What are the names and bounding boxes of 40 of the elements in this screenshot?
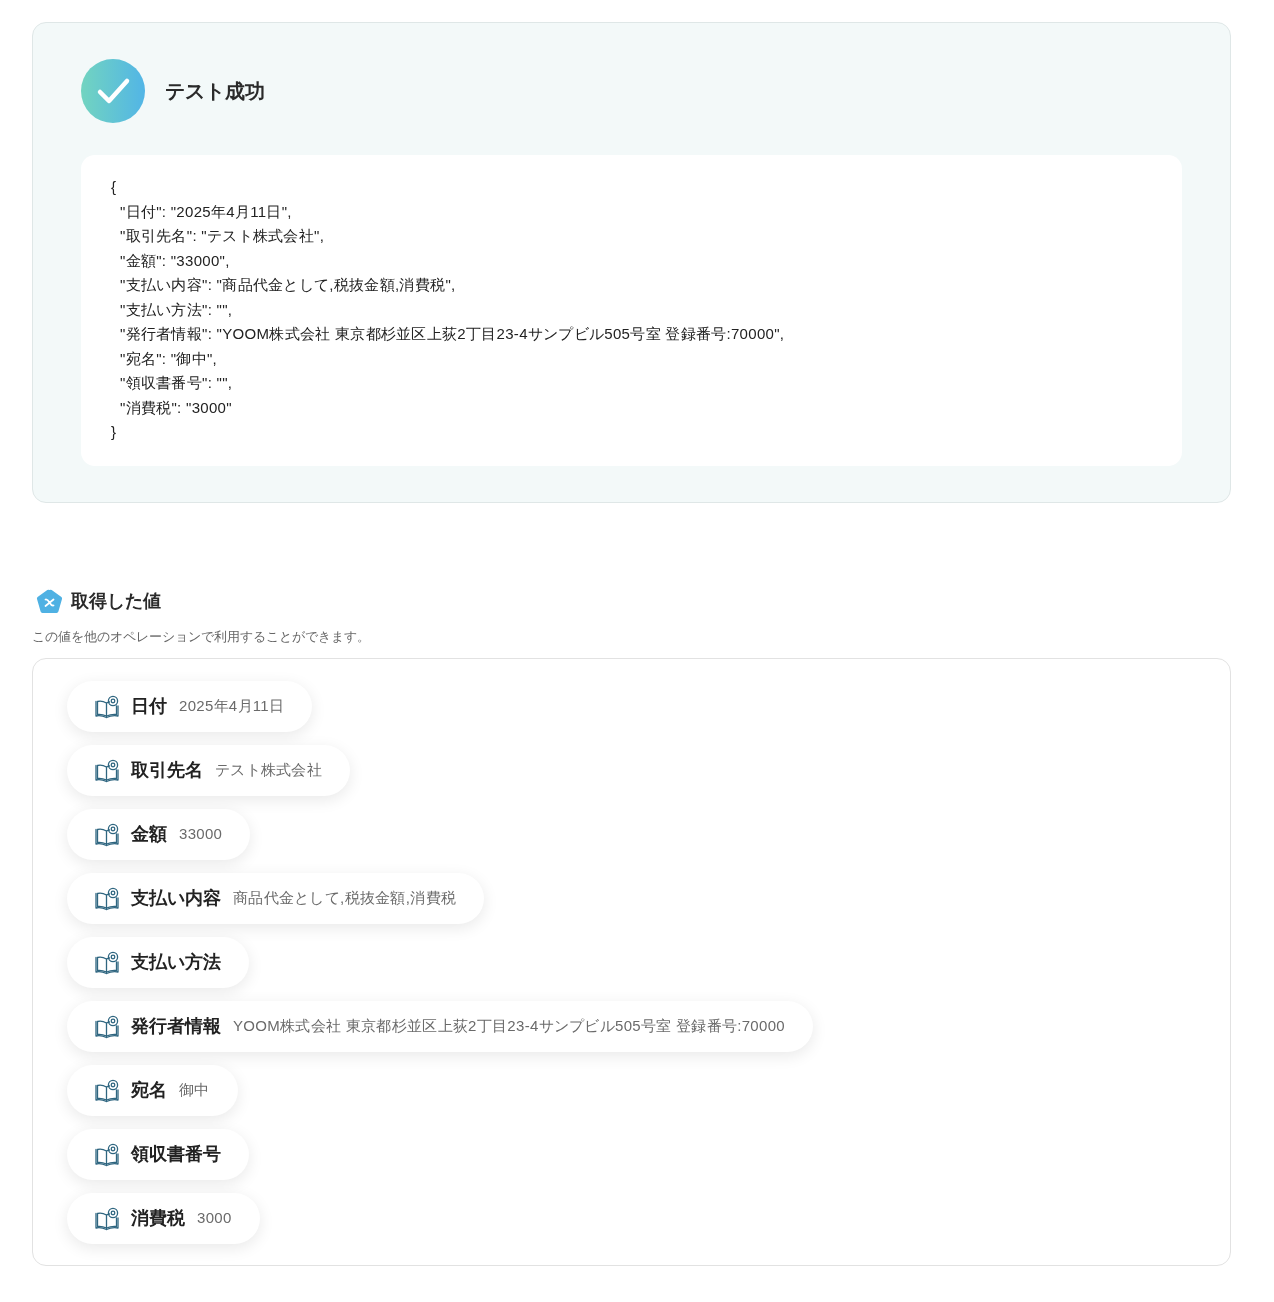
json-output: { "日付": "2025年4月11日", "取引先名": "テスト株式会社", "金額": "33000", "支払い内容": "商品代金として,税抜金額,消費税", "支払い方法": "", "発行者情報": "YOOM株式会社 東京都杉並区上荻2丁目23-4サンプビル505号室 登録番号:70000", "宛名": "御中", "領収書番号": "", "消費税": "3000" } bbox=[81, 155, 1182, 466]
value-text: 商品代金として,税抜金額,消費税 bbox=[233, 888, 457, 909]
book-icon bbox=[95, 1206, 119, 1231]
value-key: 取引先名 bbox=[131, 757, 203, 784]
book-icon bbox=[95, 822, 119, 847]
value-key: 支払い方法 bbox=[131, 949, 221, 976]
book-icon bbox=[95, 1142, 119, 1167]
value-text: 御中 bbox=[179, 1080, 210, 1101]
value-chip[interactable]: 宛名 御中 bbox=[67, 1065, 238, 1116]
value-text: 33000 bbox=[179, 824, 223, 845]
value-key: 金額 bbox=[131, 821, 167, 848]
result-title: テスト成功 bbox=[165, 79, 265, 103]
value-key: 領収書番号 bbox=[131, 1141, 221, 1168]
section-description: この値を他のオペレーションで利用することができます。 bbox=[32, 627, 371, 646]
book-icon bbox=[95, 694, 119, 719]
book-icon bbox=[95, 758, 119, 783]
value-text: 3000 bbox=[197, 1208, 232, 1229]
value-text: 2025年4月11日 bbox=[179, 696, 285, 717]
book-icon bbox=[95, 1078, 119, 1103]
value-key: 発行者情報 bbox=[131, 1013, 221, 1040]
value-key: 宛名 bbox=[131, 1077, 167, 1104]
check-icon bbox=[81, 59, 145, 123]
value-chip[interactable]: 支払い内容 商品代金として,税抜金額,消費税 bbox=[67, 873, 485, 924]
value-chip[interactable]: 取引先名 テスト株式会社 bbox=[67, 745, 351, 796]
value-key: 支払い内容 bbox=[131, 885, 221, 912]
value-chip[interactable]: 金額 33000 bbox=[67, 809, 251, 860]
value-text: テスト株式会社 bbox=[215, 760, 323, 781]
value-chip[interactable]: 発行者情報 YOOM株式会社 東京都杉並区上荻2丁目23-4サンプビル505号室 登録番号:70000 bbox=[67, 1001, 813, 1052]
value-chip[interactable]: 領収書番号 bbox=[67, 1129, 249, 1180]
value-key: 消費税 bbox=[131, 1205, 185, 1232]
value-chip[interactable]: 日付 2025年4月11日 bbox=[67, 681, 313, 732]
book-icon bbox=[95, 886, 119, 911]
book-icon bbox=[95, 1014, 119, 1039]
value-text: YOOM株式会社 東京都杉並区上荻2丁目23-4サンプビル505号室 登録番号:70000 bbox=[233, 1016, 785, 1037]
value-chip[interactable]: 消費税 3000 bbox=[67, 1193, 260, 1244]
section-title: 取得した値 bbox=[71, 590, 161, 613]
pentagon-icon bbox=[36, 588, 63, 615]
book-icon bbox=[95, 950, 119, 975]
value-key: 日付 bbox=[131, 693, 167, 720]
value-chip[interactable]: 支払い方法 bbox=[67, 937, 249, 988]
